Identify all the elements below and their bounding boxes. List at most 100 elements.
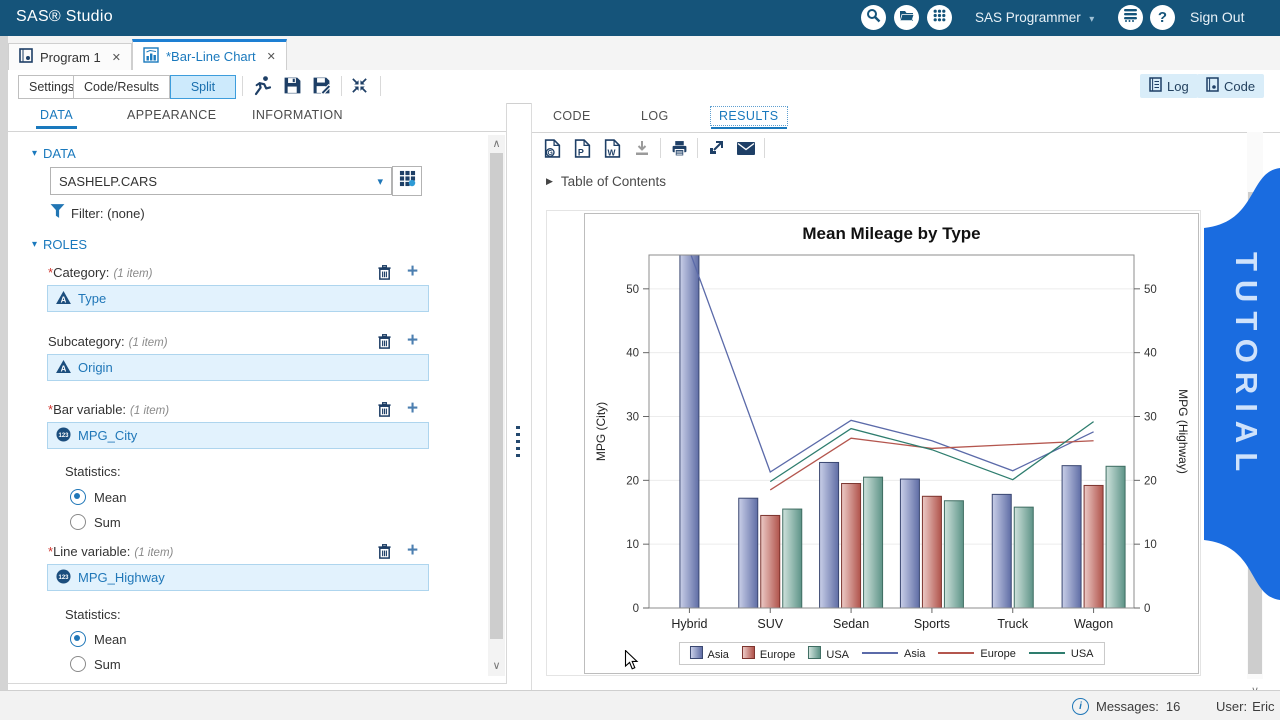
legend-bar-item: Europe xyxy=(742,646,795,661)
tab-data[interactable]: DATA xyxy=(40,108,73,122)
add-line-variable-button[interactable]: + xyxy=(407,544,418,558)
svg-text:40: 40 xyxy=(1144,348,1157,360)
print-button[interactable] xyxy=(667,136,691,160)
tab-information[interactable]: INFORMATION xyxy=(252,108,343,122)
tab-results[interactable]: RESULTS xyxy=(710,106,788,126)
apps-button[interactable] xyxy=(927,5,952,30)
line-variable-item-mpg-highway[interactable]: 123 MPG_Highway xyxy=(47,564,429,591)
data-section-header[interactable]: ▾ DATA xyxy=(32,146,76,161)
messages-indicator[interactable]: i Messages: 16 xyxy=(1072,698,1180,715)
bar-chart-icon xyxy=(143,47,159,66)
character-variable-icon: A xyxy=(56,360,71,376)
svg-text:20: 20 xyxy=(1144,475,1157,487)
bar-statistics-label: Statistics: xyxy=(65,464,121,479)
results-panel: CODE LOG RESULTS G P W ▶ Table of Conten… xyxy=(531,103,1280,690)
search-button[interactable] xyxy=(861,5,886,30)
delete-line-variable-button[interactable] xyxy=(377,543,392,565)
tab-program-1[interactable]: Program 1 ✕ xyxy=(8,43,132,70)
download-pdf-button[interactable]: P xyxy=(570,136,594,160)
runner-icon xyxy=(252,83,272,100)
open-new-window-button[interactable] xyxy=(704,136,728,160)
svg-text:MPG (City): MPG (City) xyxy=(594,402,608,461)
delete-category-button[interactable] xyxy=(377,264,392,286)
roles-section-header[interactable]: ▾ ROLES xyxy=(32,237,87,252)
split-view-button[interactable]: Split xyxy=(170,75,236,99)
bar-stat-mean-radio[interactable]: Mean xyxy=(70,489,127,505)
scroll-up-icon[interactable]: ∧ xyxy=(488,137,505,150)
download-icon xyxy=(630,136,654,160)
log-shortcut-button[interactable]: Log xyxy=(1140,74,1198,98)
run-button[interactable] xyxy=(252,75,272,101)
svg-text:0: 0 xyxy=(633,603,639,615)
bar-variable-item-mpg-city[interactable]: 123 MPG_City xyxy=(47,422,429,449)
program-icon xyxy=(19,48,33,66)
save-as-icon xyxy=(312,82,331,99)
select-table-button[interactable] xyxy=(392,166,422,196)
delete-bar-variable-button[interactable] xyxy=(377,401,392,423)
svg-text:Sedan: Sedan xyxy=(833,617,869,631)
subcategory-item-origin[interactable]: A Origin xyxy=(47,354,429,381)
maximize-view-button[interactable] xyxy=(350,76,369,100)
scroll-down-icon[interactable]: ∨ xyxy=(488,659,505,672)
panel-splitter[interactable] xyxy=(516,426,520,460)
radio-selected-icon xyxy=(70,489,86,505)
info-icon: i xyxy=(1072,698,1089,715)
filter-icon xyxy=(50,203,65,224)
download-word-button[interactable]: W xyxy=(600,136,624,160)
help-icon: ? xyxy=(1158,9,1167,26)
svg-text:10: 10 xyxy=(1144,539,1157,551)
svg-text:20: 20 xyxy=(626,475,639,487)
close-icon[interactable]: ✕ xyxy=(112,51,121,64)
bar-stat-sum-radio[interactable]: Sum xyxy=(70,514,121,530)
add-bar-variable-button[interactable]: + xyxy=(407,402,418,416)
bar-line-chart: 0010102020303040405050HybridSUVSedanSpor… xyxy=(585,244,1198,644)
radio-icon xyxy=(70,656,86,672)
search-icon xyxy=(866,8,881,28)
sign-out-button[interactable]: Sign Out xyxy=(1190,9,1244,25)
tab-code[interactable]: CODE xyxy=(553,109,591,123)
help-button[interactable]: ? xyxy=(1150,5,1175,30)
code-results-view-button[interactable]: Code/Results xyxy=(73,75,170,99)
dataset-select[interactable]: SASHELP.CARS ▾ xyxy=(50,167,392,195)
svg-text:P: P xyxy=(577,147,583,157)
settings-scrollbar[interactable]: ∧ ∨ xyxy=(488,135,505,676)
settings-panel: DATA APPEARANCE INFORMATION ▾ DATA SASHE… xyxy=(8,103,507,684)
delete-subcategory-button[interactable] xyxy=(377,333,392,355)
server-status-button[interactable] xyxy=(1118,5,1143,30)
category-item-type[interactable]: A Type xyxy=(47,285,429,312)
app-header: SAS® Studio SAS Programmer ▾ ? Sign Out xyxy=(0,0,1280,36)
log-icon xyxy=(1149,77,1162,95)
svg-text:A: A xyxy=(61,364,67,372)
line-stat-mean-radio[interactable]: Mean xyxy=(70,631,127,647)
open-file-button[interactable] xyxy=(894,5,919,30)
tab-log[interactable]: LOG xyxy=(641,109,669,123)
radio-selected-icon xyxy=(70,631,86,647)
filter-row[interactable]: Filter: (none) xyxy=(50,203,145,224)
svg-text:40: 40 xyxy=(626,348,639,360)
tab-appearance[interactable]: APPEARANCE xyxy=(127,108,216,122)
status-bar: i Messages: 16 User: Eric xyxy=(0,690,1280,720)
tab-bar-line-chart[interactable]: *Bar-Line Chart ✕ xyxy=(132,39,287,70)
user-role-menu[interactable]: SAS Programmer ▾ xyxy=(975,9,1094,27)
user-indicator: User: Eric xyxy=(1216,699,1274,714)
svg-text:Hybrid: Hybrid xyxy=(671,617,707,631)
legend-bar-item: USA xyxy=(808,646,849,661)
collapse-icon: ▾ xyxy=(32,239,37,250)
download-html-button[interactable]: G xyxy=(540,136,564,160)
add-category-button[interactable]: + xyxy=(407,265,418,279)
save-as-button[interactable] xyxy=(312,76,331,100)
email-button[interactable] xyxy=(734,136,758,160)
line-stat-sum-radio[interactable]: Sum xyxy=(70,656,121,672)
code-shortcut-button[interactable]: Code xyxy=(1197,74,1264,98)
server-icon xyxy=(1123,8,1138,27)
add-subcategory-button[interactable]: + xyxy=(407,334,418,348)
chart-title: Mean Mileage by Type xyxy=(585,224,1198,244)
tutorial-ribbon-label[interactable]: TUTORIAL xyxy=(1222,252,1264,552)
code-icon xyxy=(1206,77,1219,95)
close-icon[interactable]: ✕ xyxy=(267,50,276,63)
svg-text:Wagon: Wagon xyxy=(1074,617,1113,631)
table-of-contents-toggle[interactable]: ▶ Table of Contents xyxy=(546,174,666,189)
scrollbar-thumb[interactable] xyxy=(490,153,503,639)
save-button[interactable] xyxy=(283,76,302,100)
legend-line-item: USA xyxy=(1029,648,1094,660)
